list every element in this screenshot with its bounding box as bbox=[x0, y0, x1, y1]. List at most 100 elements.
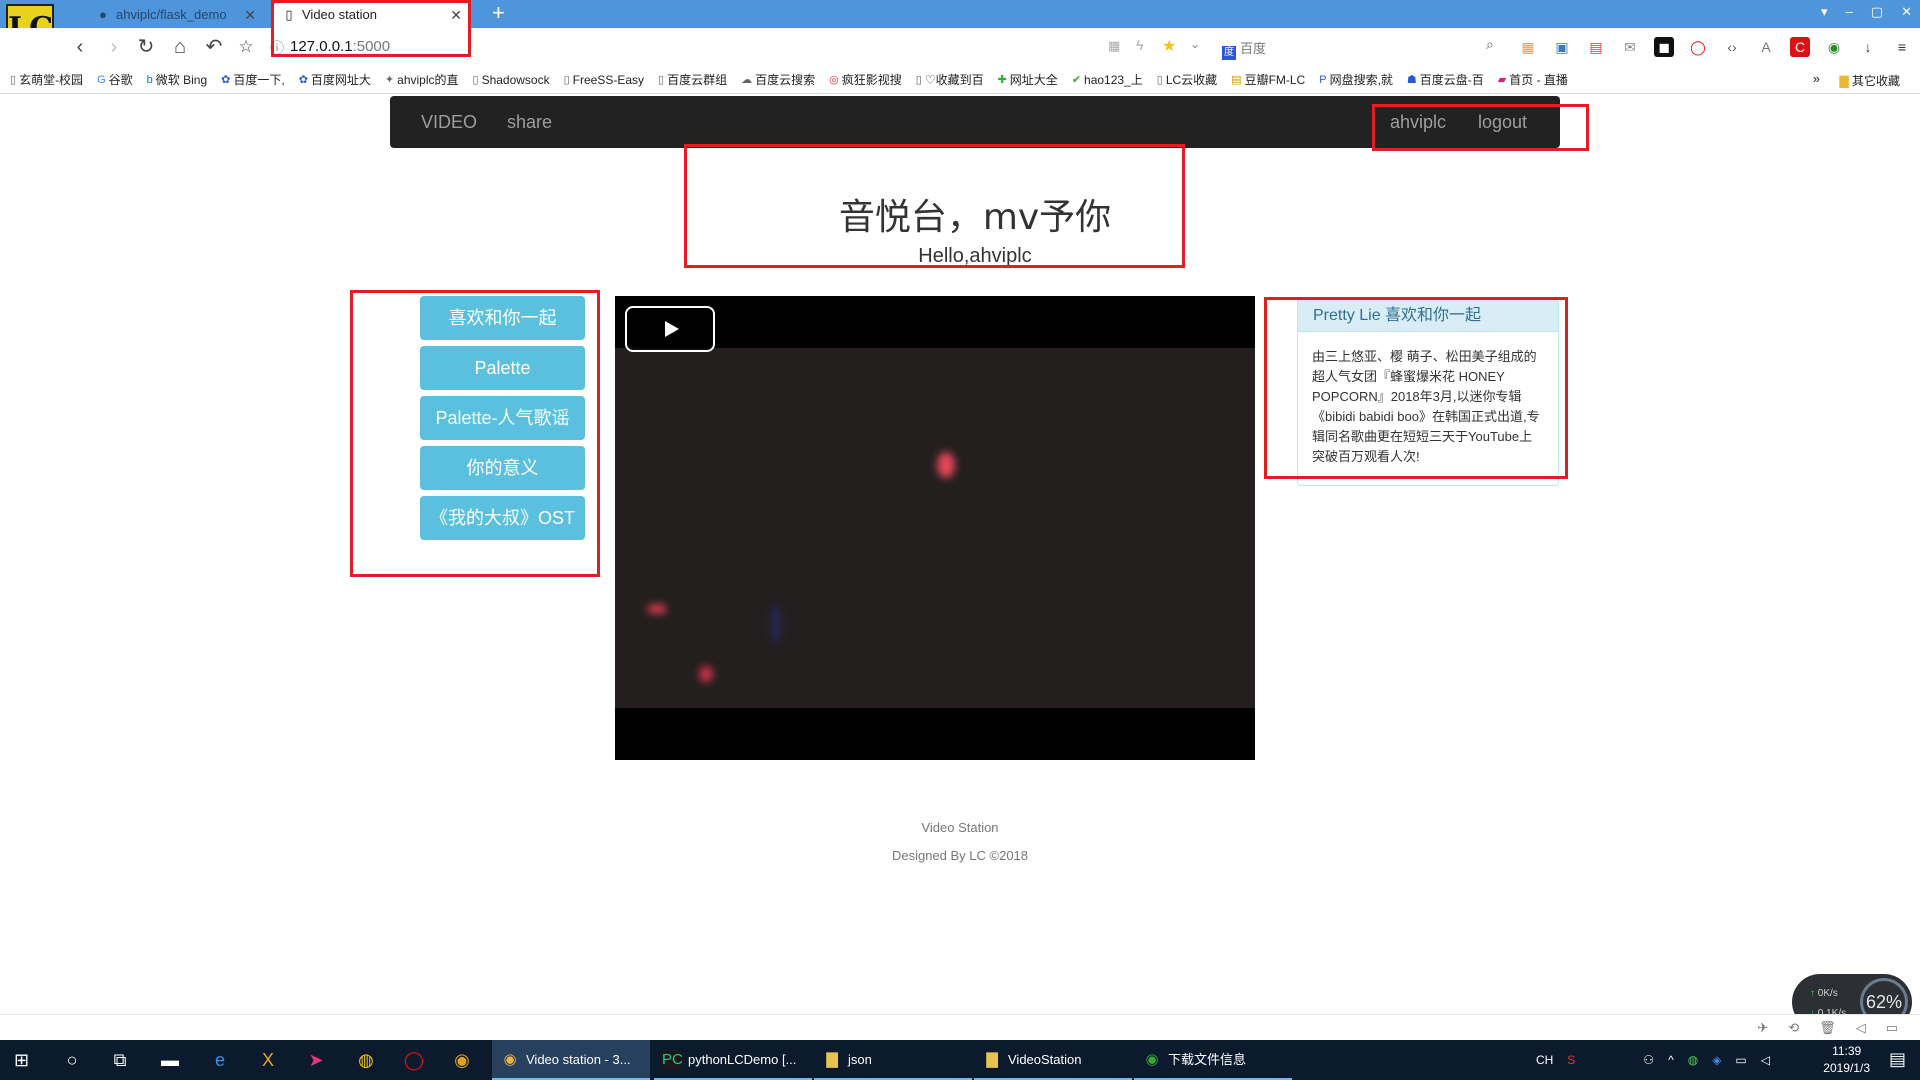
people-icon[interactable]: ⚇ bbox=[1643, 1053, 1654, 1067]
home-icon[interactable]: ⌂ bbox=[168, 35, 192, 59]
browser-shield-icon[interactable]: ◍ bbox=[354, 1048, 378, 1072]
stage-light bbox=[771, 604, 781, 644]
bookmark-item[interactable]: ◎ 疯狂影视搜 bbox=[829, 71, 902, 88]
bookmark-item[interactable]: ✦ ahviplc的直 bbox=[385, 71, 459, 88]
menu-icon[interactable]: ≡ bbox=[1892, 37, 1912, 57]
windows-taskbar: ⊞ ○ ⧉ ▬ e X ➤ ◍ ◯ ◉ ◉ Video station - 3.… bbox=[0, 1040, 1920, 1080]
code-icon[interactable]: ‹› bbox=[1722, 37, 1742, 57]
bookmark-item[interactable]: ☗ 百度云盘-百 bbox=[1407, 71, 1484, 88]
apps-grid-icon[interactable]: ▦ bbox=[1518, 37, 1538, 57]
video-frame bbox=[615, 348, 1255, 708]
bookmark-item[interactable]: ▯ 玄萌堂-校园 bbox=[10, 71, 83, 88]
bookmarks-bar: ▯ 玄萌堂-校园 G 谷歌 b 微软 Bing ✿ 百度一下, ✿ 百度网址大 ✦ ahvi… bbox=[0, 66, 1920, 94]
taskbar-app-pycharm[interactable]: PC pythonLCDemo [... bbox=[654, 1040, 812, 1080]
bookmark-item[interactable]: ▯ ♡收藏到百 bbox=[916, 71, 984, 88]
tab-github[interactable]: ● ahviplc/flask_demo ✕ bbox=[88, 2, 264, 28]
cortana-icon[interactable]: ○ bbox=[60, 1048, 84, 1072]
bookmark-item[interactable]: ✔ hao123_上 bbox=[1072, 71, 1143, 88]
taskbar-app-downloads[interactable]: ◉ 下载文件信息 bbox=[1134, 1040, 1292, 1080]
bookmark-item[interactable]: ▤ 豆瓣FM-LC bbox=[1231, 71, 1305, 88]
close-window-icon[interactable]: ✕ bbox=[1901, 4, 1912, 20]
windows-start-icon[interactable]: ⊞ bbox=[14, 1050, 29, 1071]
mail-icon[interactable]: ✉ bbox=[1620, 37, 1640, 57]
opera-icon[interactable]: ◯ bbox=[402, 1048, 426, 1072]
tray-expand-icon[interactable]: ^ bbox=[1668, 1053, 1674, 1067]
bookmark-item[interactable]: b 微软 Bing bbox=[147, 71, 207, 88]
language-indicator[interactable]: CH bbox=[1536, 1053, 1553, 1067]
network-app-icon[interactable]: ◈ bbox=[1712, 1053, 1721, 1067]
paper-plane-icon[interactable]: ➤ bbox=[304, 1048, 328, 1072]
star-icon[interactable]: ☆ bbox=[234, 35, 258, 59]
opera-icon[interactable]: ◯ bbox=[1688, 37, 1708, 57]
nav-video[interactable]: VIDEO bbox=[421, 96, 477, 148]
translate-icon[interactable]: ▤ bbox=[1586, 37, 1606, 57]
page-icon: ▯ bbox=[10, 74, 17, 86]
task-view-icon[interactable]: ⧉ bbox=[108, 1048, 132, 1072]
bookmark-item[interactable]: ▯ 百度云群组 bbox=[658, 71, 727, 88]
footer-title: Video Station bbox=[921, 820, 999, 835]
download-icon[interactable]: ↓ bbox=[1858, 37, 1878, 57]
terminal-icon[interactable]: ▬ bbox=[158, 1048, 182, 1072]
stage-light bbox=[647, 604, 667, 614]
chrome-icon[interactable]: ◉ bbox=[450, 1048, 474, 1072]
bookmark-item[interactable]: ▯ Shadowsock bbox=[473, 73, 550, 87]
search-engine-box[interactable]: 度百度 bbox=[1222, 38, 1266, 60]
notification-icon[interactable]: ▤ bbox=[1889, 1049, 1906, 1070]
volume-icon[interactable]: ◁ bbox=[1761, 1053, 1770, 1067]
volume-icon[interactable]: ◁ bbox=[1856, 1020, 1866, 1036]
bookmark-item[interactable]: P 网盘搜索,就 bbox=[1319, 71, 1393, 88]
pycharm-icon: PC bbox=[662, 1050, 683, 1070]
wechat-icon[interactable]: ◍ bbox=[1688, 1053, 1698, 1067]
bookmark-item[interactable]: ✿ 百度网址大 bbox=[299, 71, 371, 88]
taskbar-clock[interactable]: 11:39 2019/1/3 bbox=[1823, 1043, 1870, 1077]
globe-icon[interactable]: ◉ bbox=[1824, 37, 1844, 57]
lightning-icon[interactable]: ϟ bbox=[1136, 37, 1143, 53]
play-button[interactable] bbox=[625, 306, 715, 352]
bookmark-item[interactable]: ▰ 首页 - 直播 bbox=[1498, 71, 1568, 88]
screenshot-icon[interactable]: ▣ bbox=[1552, 37, 1572, 57]
nav-share[interactable]: share bbox=[507, 96, 552, 148]
taskbar-app-json[interactable]: ▇ json bbox=[814, 1040, 972, 1080]
c-badge-icon[interactable]: C bbox=[1790, 37, 1810, 57]
search-icon[interactable]: ⌕ bbox=[1486, 36, 1494, 53]
taskbar-app-video-station[interactable]: ◉ Video station - 3... bbox=[492, 1040, 650, 1080]
reload-icon[interactable]: ↻ bbox=[134, 35, 158, 59]
sogou-icon[interactable]: S bbox=[1567, 1053, 1575, 1067]
bookmark-item[interactable]: ☁ 百度云搜索 bbox=[741, 71, 815, 88]
page-icon: ▯ bbox=[563, 74, 570, 86]
window-icon[interactable]: ▭ bbox=[1886, 1020, 1898, 1036]
trash-icon[interactable]: 🗑 bbox=[1819, 1020, 1836, 1036]
bookmark-item[interactable]: G 谷歌 bbox=[97, 71, 133, 88]
favorite-star-icon[interactable]: ★ bbox=[1162, 36, 1176, 56]
minimize-icon[interactable]: – bbox=[1846, 4, 1853, 20]
bookmarks-more[interactable]: » bbox=[1813, 71, 1820, 86]
forward-icon[interactable]: › bbox=[102, 35, 126, 59]
bookmark-item[interactable]: ✿ 百度一下, bbox=[221, 71, 285, 88]
shirt-icon[interactable]: ▾ bbox=[1821, 4, 1828, 20]
text-tool-icon[interactable]: A bbox=[1756, 37, 1776, 57]
game-icon[interactable]: ◼ bbox=[1654, 37, 1674, 57]
refresh-icon[interactable]: ⟲ bbox=[1788, 1020, 1799, 1036]
close-icon[interactable]: ✕ bbox=[244, 2, 256, 28]
xmind-icon[interactable]: X bbox=[256, 1048, 280, 1072]
new-tab-button[interactable]: + bbox=[492, 0, 505, 26]
pin-icon[interactable]: ✈ bbox=[1757, 1020, 1768, 1036]
bookmark-item[interactable]: ▯ FreeSS-Easy bbox=[564, 73, 644, 87]
bookmark-item[interactable]: ✚ 网址大全 bbox=[998, 71, 1058, 88]
back-icon[interactable]: ‹ bbox=[68, 35, 92, 59]
chevron-down-icon[interactable]: ⌄ bbox=[1190, 37, 1200, 51]
page-icon: ▯ bbox=[1156, 74, 1163, 86]
video-player[interactable] bbox=[615, 296, 1255, 760]
baidu-cloud-icon: ☗ bbox=[1406, 74, 1417, 86]
undo-icon[interactable]: ↶ bbox=[202, 35, 226, 59]
maximize-icon[interactable]: ▢ bbox=[1871, 4, 1883, 20]
taskbar-app-videostation[interactable]: ▇ VideoStation bbox=[974, 1040, 1132, 1080]
edge-icon[interactable]: e bbox=[208, 1048, 232, 1072]
other-bookmarks[interactable]: ▇ 其它收藏 bbox=[1839, 72, 1900, 89]
stage-light bbox=[699, 666, 713, 682]
github-icon: ● bbox=[99, 7, 107, 22]
qr-icon[interactable]: ▦ bbox=[1108, 38, 1120, 54]
bookmark-item[interactable]: ▯ LC云收藏 bbox=[1157, 71, 1217, 88]
browser-status-bar: ✈ ⟲ 🗑 ◁ ▭ bbox=[0, 1014, 1920, 1040]
display-icon[interactable]: ▭ bbox=[1735, 1053, 1746, 1067]
